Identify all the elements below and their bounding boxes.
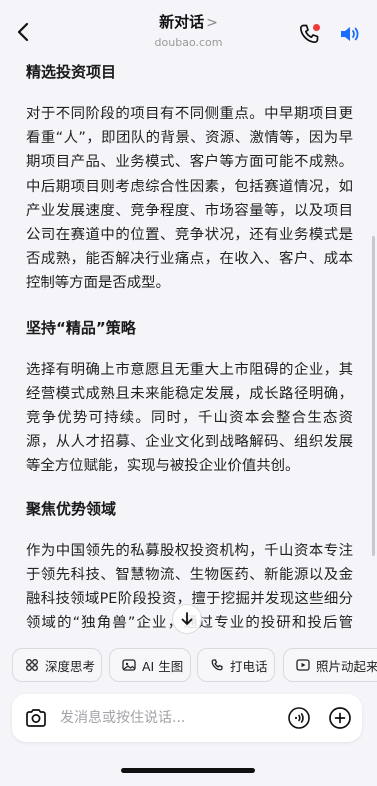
- voice-wave-icon: [288, 707, 310, 729]
- section-paragraph: 选择有明确上市意愿且无重大上市阻碍的企业，其经营模式成熟且未来能稳定发展，成长路…: [26, 361, 353, 475]
- deep-think-label: 深度思考: [45, 658, 96, 674]
- speaker-button[interactable]: [338, 22, 362, 46]
- scroll-down-button[interactable]: [172, 604, 202, 634]
- make-call-button[interactable]: 打电话: [197, 648, 275, 682]
- section-paragraph: 对于不同阶段的项目有不同侧重点。中早期项目更看重“人”，即团队的背景、资源、激情…: [26, 106, 353, 292]
- animate-photo-button[interactable]: 照片动起来: [283, 648, 377, 682]
- title-chevron-icon: >: [206, 15, 218, 31]
- section-heading: 聚焦优势领域: [26, 499, 117, 518]
- voice-button[interactable]: [287, 706, 311, 730]
- add-button[interactable]: [328, 706, 352, 730]
- deep-think-icon: [26, 659, 38, 671]
- camera-button[interactable]: [24, 706, 48, 730]
- ai-image-label: AI 生图: [142, 658, 184, 674]
- message-input[interactable]: [60, 704, 280, 732]
- animate-photo-label: 照片动起来: [316, 658, 377, 674]
- section-heading: 精选投资项目: [26, 63, 117, 81]
- deep-think-button[interactable]: 深度思考: [12, 648, 102, 682]
- arrow-down-icon: [181, 612, 193, 625]
- phone-icon: [211, 659, 223, 671]
- section-heading: 坚持“精品”策略: [26, 318, 136, 337]
- message-content[interactable]: 精选投资项目 对于不同阶段的项目有不同侧重点。中早期项目更看重“人”，即团队的背…: [0, 54, 377, 636]
- camera-icon: [26, 709, 46, 727]
- make-call-label: 打电话: [230, 658, 268, 674]
- ai-image-button[interactable]: AI 生图: [109, 648, 191, 682]
- quick-actions-bar: 深度思考 AI 生图 打电话 照片动起来: [0, 641, 377, 689]
- top-bar: 新对话 > doubao.com: [0, 0, 377, 54]
- plus-icon: [329, 707, 351, 729]
- message-input-bar: [12, 694, 362, 742]
- chat-title: 新对话: [159, 13, 205, 31]
- home-indicator: [121, 768, 255, 773]
- scrollbar-thumb[interactable]: [372, 236, 375, 556]
- image-icon: [122, 659, 136, 671]
- speaker-icon: [341, 27, 359, 41]
- play-video-icon: [296, 659, 310, 671]
- notification-dot: [313, 24, 320, 31]
